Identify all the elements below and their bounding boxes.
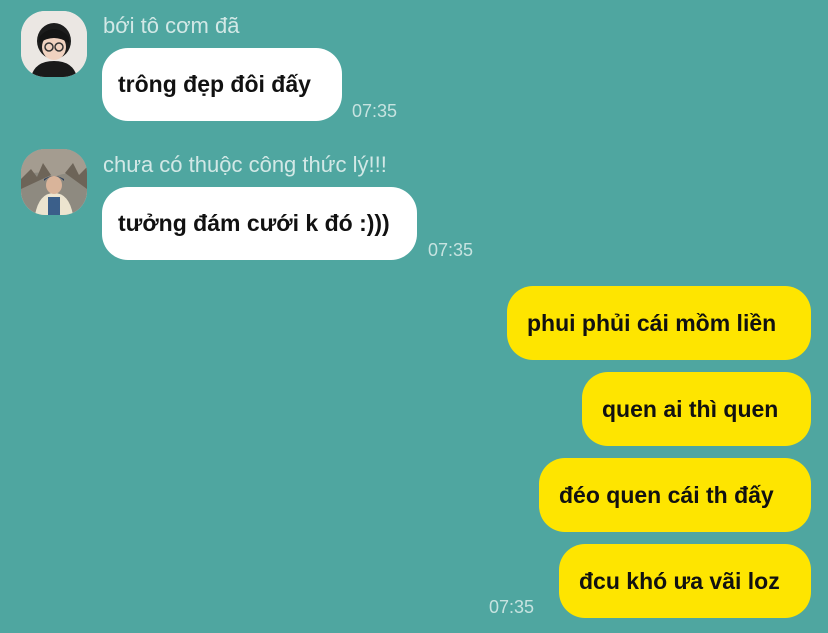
message-bubble-outgoing[interactable]: đéo quen cái th đấy	[539, 458, 811, 532]
message-text: đcu khó ưa vãi loz	[579, 567, 780, 594]
message-timestamp: 07:35	[489, 597, 535, 617]
message-text: đéo quen cái th đấy	[559, 481, 774, 508]
message-text: trông đẹp đôi đấy	[118, 71, 311, 97]
sender-name: bới tô cơm đã	[103, 13, 240, 38]
sender-name: chưa có thuộc công thức lý!!!	[103, 152, 387, 177]
message-timestamp: 07:35	[352, 101, 398, 121]
avatar-image	[21, 11, 87, 77]
message-timestamp: 07:35	[428, 240, 474, 260]
avatar-person-glasses[interactable]	[21, 11, 87, 77]
avatar-image	[21, 149, 87, 215]
message-bubble-outgoing[interactable]: đcu khó ưa vãi loz	[559, 544, 811, 618]
message-bubble-incoming[interactable]: tưởng đám cưới k đó :)))	[102, 187, 417, 260]
message-text: quen ai thì quen	[602, 395, 779, 422]
message-text: phui phủi cái mồm liền	[527, 309, 777, 336]
message-bubble-outgoing[interactable]: phui phủi cái mồm liền	[507, 286, 811, 360]
message-bubble-incoming[interactable]: trông đẹp đôi đấy	[102, 48, 342, 121]
message-text: tưởng đám cưới k đó :)))	[118, 210, 390, 236]
avatar-person-outdoor[interactable]	[21, 149, 87, 215]
message-bubble-outgoing[interactable]: quen ai thì quen	[582, 372, 811, 446]
